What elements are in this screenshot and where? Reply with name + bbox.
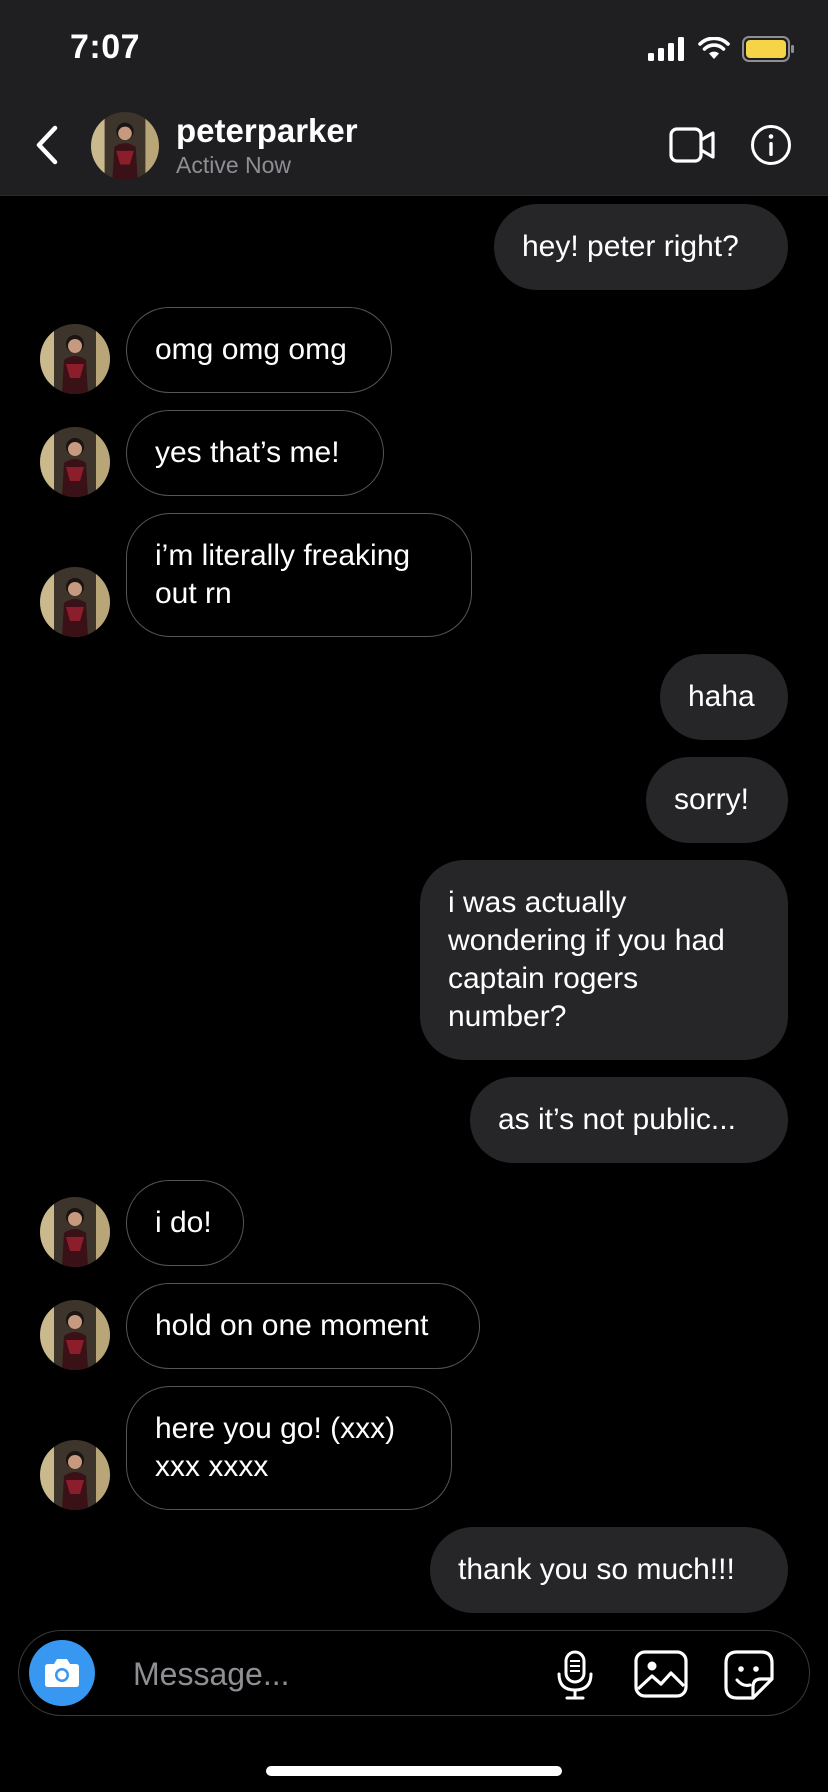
message-input[interactable]	[131, 1651, 535, 1697]
header-avatar[interactable]	[91, 112, 159, 180]
message-bubble-received[interactable]: here you go! (xxx) xxx xxxx	[126, 1386, 452, 1510]
sticker-icon[interactable]	[723, 1649, 775, 1701]
avatar[interactable]	[40, 567, 110, 637]
avatar[interactable]	[40, 1300, 110, 1370]
camera-button[interactable]	[29, 1640, 95, 1706]
message-bubble-sent[interactable]: sorry!	[646, 757, 788, 843]
active-status: Active Now	[176, 152, 292, 178]
avatar[interactable]	[40, 427, 110, 497]
message-bubble-received[interactable]: hold on one moment	[126, 1283, 480, 1369]
chevron-left-icon[interactable]	[30, 122, 66, 168]
status-time: 7:07	[70, 28, 141, 66]
avatar[interactable]	[40, 1197, 110, 1267]
video-camera-icon[interactable]	[668, 124, 716, 166]
header-name[interactable]: peterparker	[176, 112, 358, 150]
message-bubble-received[interactable]: yes that’s me!	[126, 410, 384, 496]
info-icon[interactable]	[750, 124, 792, 166]
message-bubble-sent[interactable]: thank you so much!!!	[430, 1527, 788, 1613]
message-bubble-received[interactable]: i do!	[126, 1180, 244, 1266]
avatar[interactable]	[40, 1440, 110, 1510]
status-icons	[648, 34, 796, 64]
signal-icon	[648, 37, 684, 61]
camera-icon	[45, 1659, 79, 1687]
home-indicator[interactable]	[266, 1766, 562, 1776]
message-bubble-sent[interactable]: hey! peter right?	[494, 204, 788, 290]
message-composer	[18, 1630, 810, 1716]
message-bubble-sent[interactable]: as it’s not public...	[470, 1077, 788, 1163]
wifi-icon	[698, 37, 730, 59]
top-bar: 7:07 peterparker Active Now	[0, 0, 828, 196]
gallery-icon[interactable]	[633, 1649, 689, 1699]
microphone-icon[interactable]	[555, 1649, 595, 1701]
message-bubble-received[interactable]: omg omg omg	[126, 307, 392, 393]
avatar[interactable]	[40, 324, 110, 394]
battery-icon	[742, 36, 794, 62]
message-bubble-sent[interactable]: haha	[660, 654, 788, 740]
message-bubble-sent[interactable]: i was actually wondering if you had capt…	[420, 860, 788, 1060]
message-bubble-received[interactable]: i’m literally freaking out rn	[126, 513, 472, 637]
